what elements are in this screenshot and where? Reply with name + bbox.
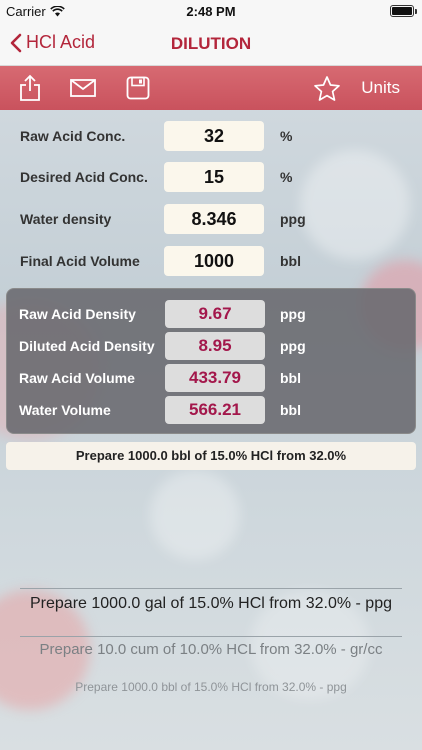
input-label: Final Acid Volume [20, 253, 140, 269]
result-label: Diluted Acid Density [19, 338, 155, 354]
save-icon[interactable] [126, 76, 150, 100]
toolbar: Units [0, 66, 422, 110]
result-unit: bbl [280, 370, 301, 386]
raw-acid-volume-value: 433.79 [165, 364, 265, 392]
raw-acid-density-value: 9.67 [165, 300, 265, 328]
input-label: Desired Acid Conc. [20, 169, 148, 185]
input-unit: % [280, 128, 293, 144]
units-button[interactable]: Units [361, 78, 400, 98]
battery-icon [390, 5, 417, 17]
water-density-field[interactable]: 8.346 [164, 204, 264, 234]
status-bar: Carrier 2:48 PM [0, 0, 422, 22]
input-label: Water density [20, 211, 112, 227]
result-row-raw-acid-volume: Raw Acid Volume 433.79 bbl [7, 364, 417, 392]
result-unit: ppg [280, 306, 306, 322]
navigation-bar: HCl Acid DILUTION [0, 22, 422, 66]
result-row-diluted-acid-density: Diluted Acid Density 8.95 ppg [7, 332, 417, 360]
preset-picker[interactable]: Prepare 1000.0 gal of 15.0% HCl from 32.… [0, 588, 422, 718]
picker-option[interactable]: Prepare 1000.0 bbl of 15.0% HCl from 32.… [20, 680, 402, 694]
result-label: Raw Acid Volume [19, 370, 135, 386]
input-row-water-density: Water density 8.346 ppg [0, 204, 422, 234]
raw-acid-conc-field[interactable]: 32 [164, 121, 264, 151]
water-volume-value: 566.21 [165, 396, 265, 424]
result-label: Water Volume [19, 402, 111, 418]
input-label: Raw Acid Conc. [20, 128, 126, 144]
result-label: Raw Acid Density [19, 306, 136, 322]
desired-acid-conc-field[interactable]: 15 [164, 162, 264, 192]
input-unit: % [280, 169, 293, 185]
result-unit: bbl [280, 402, 301, 418]
input-row-desired-acid-conc: Desired Acid Conc. 15 % [0, 162, 422, 192]
picker-divider [20, 636, 402, 637]
input-row-raw-acid-conc: Raw Acid Conc. 32 % [0, 121, 422, 151]
input-row-final-acid-volume: Final Acid Volume 1000 bbl [0, 246, 422, 276]
summary-banner: Prepare 1000.0 bbl of 15.0% HCl from 32.… [6, 442, 416, 470]
input-unit: bbl [280, 253, 301, 269]
final-acid-volume-field[interactable]: 1000 [164, 246, 264, 276]
result-row-raw-acid-density: Raw Acid Density 9.67 ppg [7, 300, 417, 328]
star-icon[interactable] [313, 75, 341, 102]
page-title: DILUTION [170, 34, 252, 53]
share-icon[interactable] [18, 74, 42, 102]
status-time: 2:48 PM [186, 4, 236, 19]
result-unit: ppg [280, 338, 306, 354]
input-unit: ppg [280, 211, 306, 227]
results-panel: Raw Acid Density 9.67 ppg Diluted Acid D… [6, 288, 416, 434]
result-row-water-volume: Water Volume 566.21 bbl [7, 396, 417, 424]
picker-option-selected[interactable]: Prepare 1000.0 gal of 15.0% HCl from 32.… [20, 594, 402, 614]
picker-option[interactable]: Prepare 10.0 cum of 10.0% HCL from 32.0%… [20, 640, 402, 659]
picker-divider [20, 588, 402, 589]
diluted-acid-density-value: 8.95 [165, 332, 265, 360]
mail-icon[interactable] [70, 79, 96, 97]
